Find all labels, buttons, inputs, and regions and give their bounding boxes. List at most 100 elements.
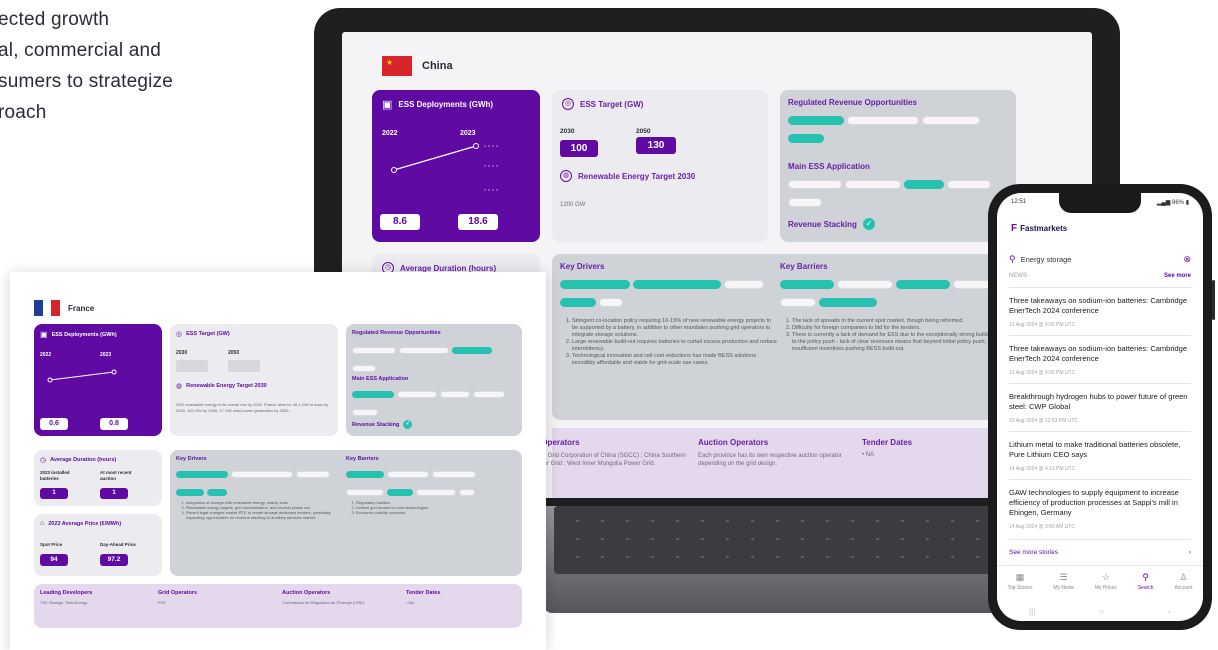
target-icon: ◎ (562, 98, 574, 110)
pill (387, 471, 429, 479)
chevron-right-icon: › (1188, 549, 1191, 556)
card-title: Auction Operators (698, 438, 769, 447)
tender-dates-text: • NA (406, 600, 415, 605)
news-title: Breakthrough hydrogen hubs to power futu… (1009, 392, 1188, 411)
home-icon[interactable]: ○ (1099, 607, 1104, 616)
revenue-pills (352, 342, 516, 378)
price-label: Spot Price (40, 542, 63, 547)
value-box: 0.8 (100, 418, 128, 430)
search-icon: ⚲ (1142, 572, 1149, 582)
news-item[interactable]: Breakthrough hydrogen hubs to power futu… (1009, 383, 1191, 424)
pill (788, 134, 824, 144)
globe-icon: ◍ (560, 170, 572, 182)
value-box: 100 (560, 140, 598, 157)
card-title: Regulated Revenue Opportunities (788, 98, 917, 107)
pill (837, 280, 893, 290)
news-item[interactable]: Three takeaways on sodium-ion batteries:… (1009, 335, 1191, 376)
tab-search[interactable]: ⚲ Search (1138, 572, 1154, 599)
pill (176, 471, 228, 479)
tab-top-stories[interactable]: ▦ Top Stories (1007, 572, 1032, 599)
tab-account[interactable]: ♙ Account (1174, 572, 1192, 599)
recent-apps-icon[interactable]: ||| (1029, 607, 1035, 616)
back-icon[interactable]: ‹ (1168, 607, 1171, 616)
tab-label: My News (1053, 585, 1074, 591)
year-label: 2023 (100, 352, 112, 358)
card-title: ESS Target (GW) (186, 331, 230, 337)
pill (788, 198, 822, 208)
pill (416, 489, 456, 497)
grid-icon: ▦ (1015, 572, 1025, 582)
pill (724, 280, 764, 290)
tab-label: Account (1174, 585, 1193, 591)
year-label: 2023 (460, 130, 476, 137)
tab-my-prices[interactable]: ☆ My Prices (1095, 572, 1117, 599)
pill (896, 280, 950, 290)
pill (633, 280, 721, 290)
drivers-list: Integration of storage with renewable en… (186, 500, 340, 520)
hero-line: al, commercial and (0, 40, 162, 61)
france-flag-icon (34, 300, 61, 316)
search-input[interactable]: Energy storage (1021, 255, 1179, 264)
fastmarkets-logo-icon: F (1011, 223, 1018, 234)
news-title: Lithium metal to make traditional batter… (1009, 440, 1181, 459)
card-title: Tender Dates (862, 438, 913, 447)
news-item[interactable]: GAW technologies to supply equipment to … (1009, 479, 1191, 530)
brand-name: Fastmarkets (1020, 224, 1068, 233)
renewable-value: 33% renewable energy in its overall mix … (176, 402, 329, 413)
pill (440, 391, 470, 399)
country-header: France (34, 300, 94, 316)
grid-operators-text: RTE (158, 600, 166, 605)
battery-icon: ▮ (1185, 200, 1189, 206)
status-time: 12:51 (1011, 199, 1027, 205)
card-title: ESS Deployments (GWh) (51, 331, 117, 338)
pill (397, 391, 437, 399)
pill (352, 347, 396, 355)
driver-item: Large renewable build-out requires batte… (572, 339, 778, 353)
barriers-list: Regulatory hurdles. Limited grid access … (356, 500, 516, 515)
card-title: Leading Developers (40, 590, 93, 596)
phone-notch (1059, 193, 1141, 213)
tender-dates-text: • NA (862, 452, 875, 458)
trend-line-chart (391, 143, 498, 191)
pill (176, 489, 204, 497)
tab-my-news[interactable]: ☰ My News (1053, 572, 1074, 599)
avg-price-card: ⌂ 2023 Average Price (€/MWh) Spot Price … (34, 514, 162, 576)
trend-point (391, 167, 397, 173)
clear-search-icon[interactable]: ⊗ (1183, 254, 1191, 265)
android-nav-bar: ||| ○ ‹ (997, 601, 1203, 621)
check-icon: ✓ (862, 218, 875, 230)
pill (847, 116, 919, 126)
china-flag-icon (382, 56, 412, 76)
grid-operators-text: State Grid Corporation of China (SGCC) ;… (532, 453, 686, 467)
news-item[interactable]: Lithium metal to make traditional batter… (1009, 431, 1191, 472)
card-title: Renewable Energy Target 2030 (578, 171, 696, 181)
driver-pills (560, 276, 774, 312)
card-title: Key Barriers (780, 262, 828, 271)
country-header: China (382, 56, 453, 76)
trend-point (47, 377, 53, 383)
value-box: 8.6 (380, 214, 420, 230)
pill (819, 298, 877, 308)
pill (560, 298, 596, 308)
card-title: Auction Operators (282, 590, 331, 596)
battery-icon: ▣ (40, 330, 48, 339)
driver-pills (176, 466, 340, 502)
card-title: Main ESS Application (788, 162, 870, 171)
star-icon: ☆ (1101, 572, 1110, 582)
card-title: Revenue Stacking (788, 219, 857, 229)
see-more-link[interactable]: See more (1164, 273, 1191, 279)
tab-label: My Prices (1094, 585, 1117, 591)
pill (452, 347, 492, 355)
card-title: ESS Target (GW) (580, 99, 644, 109)
trend-line-chart (47, 369, 117, 383)
empty-value-box (228, 360, 260, 372)
value-box: 1 (100, 488, 128, 499)
value-box: 1 (40, 488, 68, 499)
hero-line: roach (0, 102, 47, 123)
application-pills (352, 386, 516, 422)
see-more-stories-link[interactable]: See more stories › (1009, 539, 1191, 556)
news-item[interactable]: Three takeaways on sodium-ion batteries:… (1009, 287, 1191, 328)
search-bar[interactable]: ⚲ Energy storage ⊗ (1009, 251, 1191, 267)
tab-label: Search (1137, 585, 1154, 591)
signal-icon: ▂▄▆ (1156, 200, 1172, 206)
